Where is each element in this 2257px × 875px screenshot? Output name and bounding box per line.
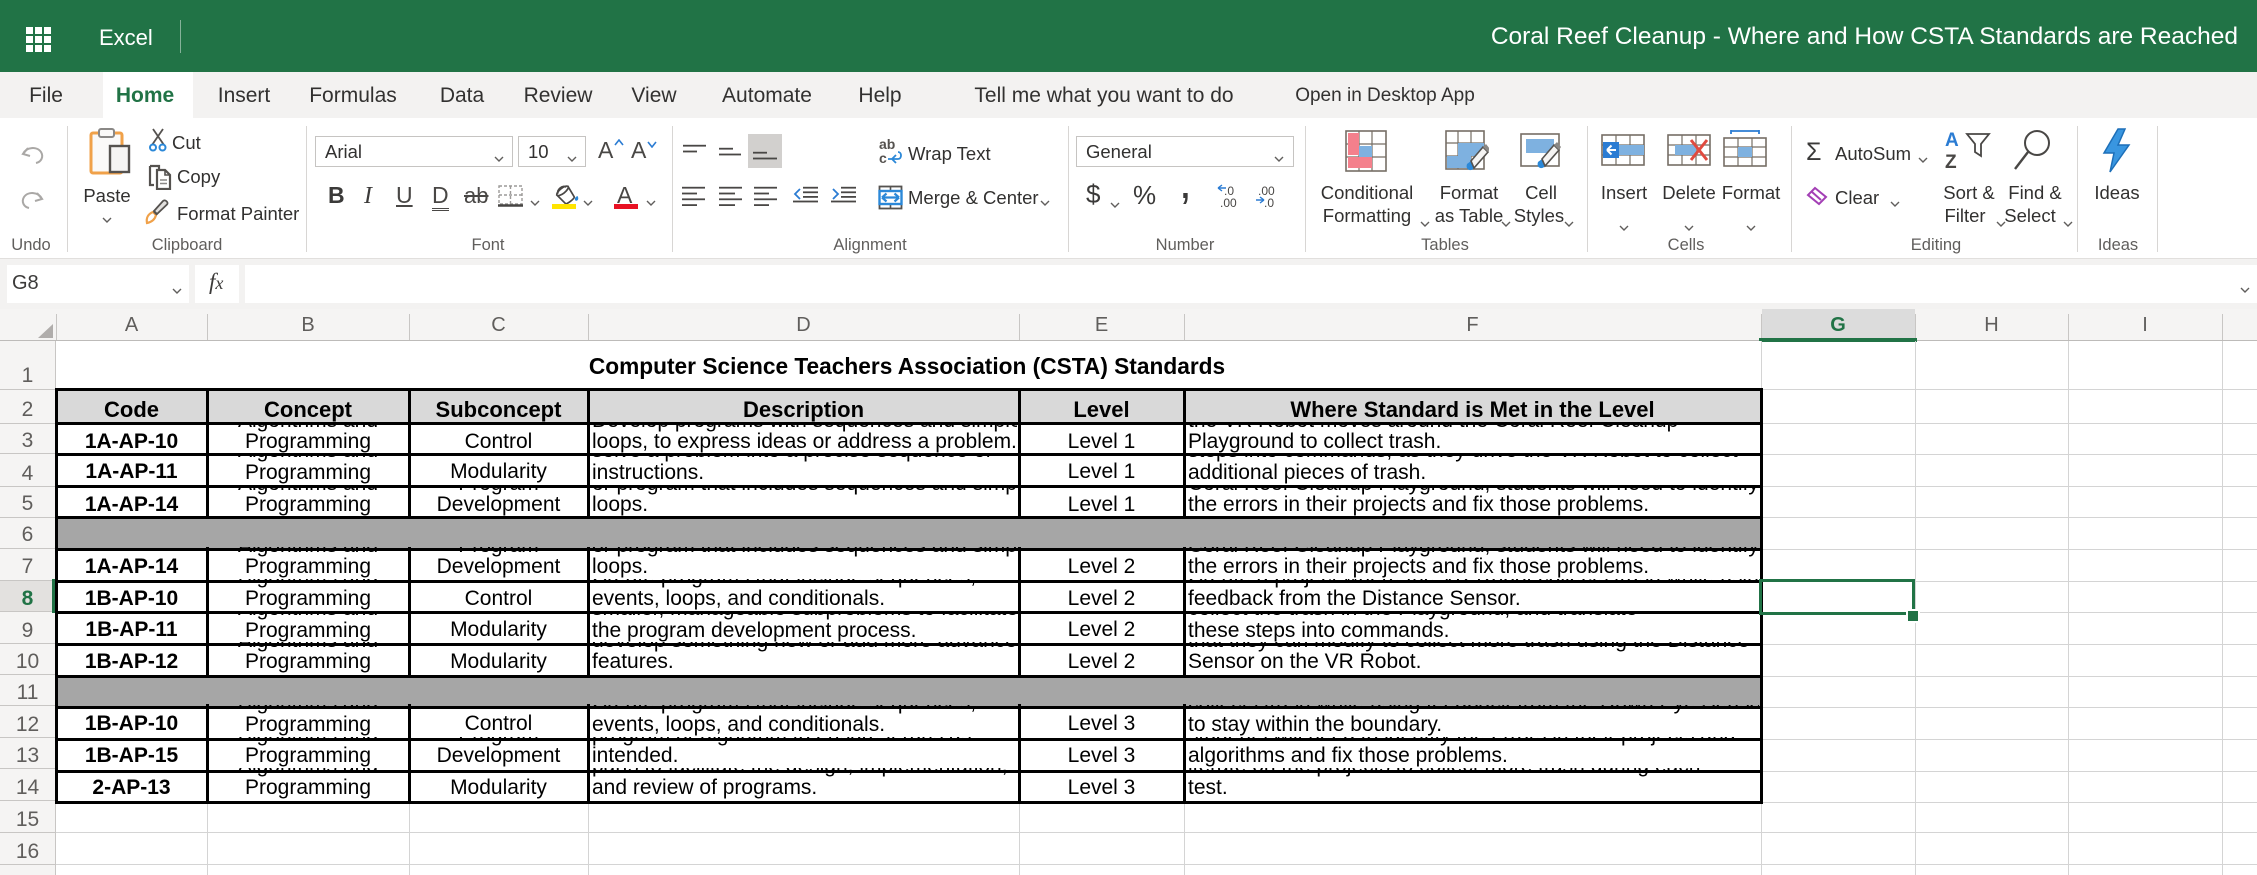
svg-text:c: c bbox=[879, 150, 887, 164]
svg-text:Z: Z bbox=[1945, 152, 1957, 172]
svg-text:A: A bbox=[1945, 130, 1959, 151]
svg-text:.00: .00 bbox=[1220, 196, 1237, 208]
svg-text:.0: .0 bbox=[1264, 196, 1274, 208]
